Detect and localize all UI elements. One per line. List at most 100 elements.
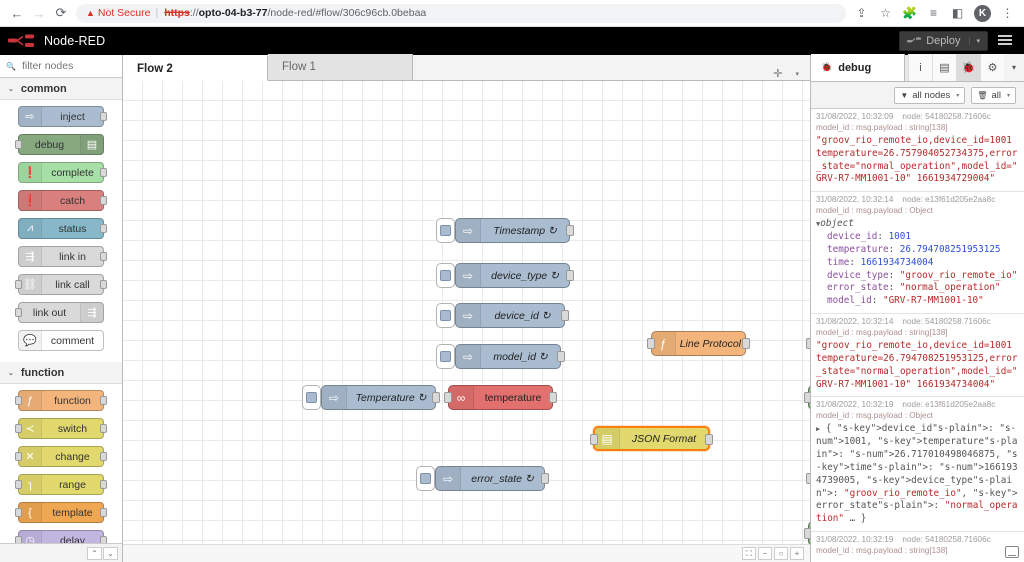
chevron-down-icon: ▾ xyxy=(956,92,960,99)
flow-node-modelid[interactable]: ⇨ model_id ↻ xyxy=(436,344,565,369)
flow-node-temp-inject[interactable]: ⇨ Temperature ↻ xyxy=(302,385,440,410)
share-icon[interactable]: ⇪ xyxy=(854,6,869,21)
palette-node-change[interactable]: ✕ change xyxy=(15,446,107,467)
debug-message[interactable]: 31/08/2022, 10:32:14 node: 54180258.71606… xyxy=(811,314,1024,398)
flow-node-debug1[interactable]: msg.payload▤ xyxy=(804,385,810,410)
flow-node-errorstate[interactable]: ⇨ error_state ↻ xyxy=(416,466,549,491)
inject-button-icon xyxy=(440,225,451,236)
tab-flow-2[interactable]: Flow 2 xyxy=(123,55,268,81)
node-port-out[interactable] xyxy=(557,351,565,362)
node-port-out[interactable] xyxy=(541,473,549,484)
node-port-out[interactable] xyxy=(549,392,557,403)
debug-field-value: "groov_rio_remote_io" xyxy=(899,269,1018,281)
debug-message[interactable]: 31/08/2022, 10:32:14 node: e13f61d205e2aa… xyxy=(811,192,1024,315)
inject-trigger-button[interactable] xyxy=(302,385,321,410)
tab-flow-1[interactable]: Flow 1 xyxy=(268,54,413,80)
browser-forward-button[interactable]: → xyxy=(28,2,50,24)
address-bar[interactable]: ▲ Not Secure | https://opto-04-b3-77/nod… xyxy=(76,3,846,23)
node-port-in[interactable] xyxy=(804,392,810,403)
debug-message[interactable]: 31/08/2022, 10:32:19 node: 54180258.71606… xyxy=(811,532,1024,562)
flow-menu-caret-icon[interactable]: ▾ xyxy=(795,70,799,78)
browser-reload-button[interactable]: ⟳ xyxy=(50,2,72,24)
debug-message-list[interactable]: 31/08/2022, 10:32:09 node: 54180258.71606… xyxy=(811,108,1024,562)
palette-node-debug[interactable]: debug ▤ xyxy=(15,134,104,155)
flow-node-temperature[interactable]: ∞ temperature xyxy=(444,385,557,410)
node-port-out[interactable] xyxy=(742,338,750,349)
bookmark-star-icon[interactable]: ☆ xyxy=(878,6,893,21)
node-port-in[interactable] xyxy=(806,473,810,484)
node-port-in[interactable] xyxy=(804,528,810,539)
info-icon[interactable]: i xyxy=(908,54,932,81)
kebab-menu-icon[interactable]: ⋮ xyxy=(1000,6,1015,21)
flow-canvas[interactable]: ⇨ Timestamp ↻ ⇨ device_type ↻ ⇨ device_id ↻ ⇨ m… xyxy=(123,81,810,562)
inject-trigger-button[interactable] xyxy=(436,218,455,243)
tab-debug[interactable]: 🐞 debug xyxy=(811,54,905,81)
palette-node-switch[interactable]: ≺ switch xyxy=(15,418,107,439)
chevron-down-icon[interactable]: ▾ xyxy=(1004,54,1024,81)
zoom-in-icon[interactable]: + xyxy=(790,547,804,560)
node-port-in[interactable] xyxy=(647,338,655,349)
avatar[interactable]: K xyxy=(974,4,991,22)
palette-port-out xyxy=(100,168,107,177)
palette-node-comment[interactable]: 💬 comment xyxy=(18,330,104,351)
debug-tool-icon[interactable]: 🐞 xyxy=(956,54,980,81)
node-port-in[interactable] xyxy=(444,392,452,403)
flow-node-jsonformat[interactable]: ▤ JSON Format xyxy=(590,426,713,451)
node-port-out[interactable] xyxy=(561,310,569,321)
open-in-window-icon[interactable] xyxy=(1005,546,1019,558)
expand-all-icon[interactable]: ⌄ xyxy=(103,546,118,560)
palette-node-link-in[interactable]: ⇶ link in xyxy=(18,246,107,267)
palette-node-link-out[interactable]: link out ⇶ xyxy=(15,302,104,323)
fit-view-icon[interactable]: ⛶ xyxy=(742,547,756,560)
help-book-icon[interactable]: ▤ xyxy=(932,54,956,81)
palette-categories[interactable]: ⌄ common ⇨ inject debug ▤ ❗ complete ❗ catch ⩘ stat… xyxy=(0,78,122,543)
flow-node-devicetype[interactable]: ⇨ device_type ↻ xyxy=(436,263,574,288)
palette-node-function[interactable]: ƒ function xyxy=(15,390,107,411)
node-port-out[interactable] xyxy=(566,225,574,236)
deploy-caret-icon[interactable]: ▾ xyxy=(969,37,980,45)
browser-back-button[interactable]: ← xyxy=(6,2,28,24)
palette-node-status[interactable]: ⩘ status xyxy=(18,218,107,239)
filter-nodes-input[interactable] xyxy=(19,59,116,73)
palette-node-template[interactable]: {template xyxy=(15,502,107,523)
flow-node-lineprotocol[interactable]: ƒ Line Protocol xyxy=(647,331,750,356)
node-port-in[interactable] xyxy=(590,434,598,445)
extensions-puzzle-icon[interactable]: 🧩 xyxy=(902,6,917,21)
node-port-out[interactable] xyxy=(705,434,713,445)
flow-node-debug2[interactable]: msg.payload▤ xyxy=(804,521,810,546)
reading-list-icon[interactable]: ≡ xyxy=(926,6,941,21)
palette-node-label: link out xyxy=(32,306,67,319)
palette-node-catch[interactable]: ❗ catch xyxy=(18,190,107,211)
expand-triangle-icon[interactable]: ▶ xyxy=(816,425,820,433)
palette-node-inject[interactable]: ⇨ inject xyxy=(18,106,107,127)
filter-nodes-button[interactable]: ▼ all nodes ▾ xyxy=(894,86,966,104)
palette-node-link-call[interactable]: ⛓ link call xyxy=(15,274,107,295)
inject-trigger-button[interactable] xyxy=(436,303,455,328)
palette-category-function[interactable]: ⌄ function xyxy=(0,362,122,384)
gear-icon[interactable]: ⚙ xyxy=(980,54,1004,81)
palette-node-complete[interactable]: ❗ complete xyxy=(18,162,107,183)
collapse-all-icon[interactable]: ⌃ xyxy=(87,546,102,560)
palette-category-common[interactable]: ⌄ common xyxy=(0,78,122,100)
debug-message[interactable]: 31/08/2022, 10:32:09 node: 54180258.71606… xyxy=(811,109,1024,193)
node-port-out[interactable] xyxy=(432,392,440,403)
node-port-out[interactable] xyxy=(566,270,574,281)
deploy-button[interactable]: Deploy ▾ xyxy=(899,31,988,51)
flow-node-timestamp[interactable]: ⇨ Timestamp ↻ xyxy=(436,218,574,243)
add-flow-icon[interactable]: ✛ xyxy=(773,67,782,80)
palette-search[interactable]: 🔍 xyxy=(0,55,122,78)
palette-node-delay[interactable]: ◷ delay xyxy=(15,530,107,543)
debug-message[interactable]: 31/08/2022, 10:32:19 node: e13f61d205e2aa… xyxy=(811,397,1024,533)
side-panel-icon[interactable]: ◧ xyxy=(950,6,965,21)
hamburger-menu-icon[interactable] xyxy=(998,35,1016,47)
inject-trigger-button[interactable] xyxy=(416,466,435,491)
inject-trigger-button[interactable] xyxy=(436,263,455,288)
zoom-out-icon[interactable]: − xyxy=(758,547,772,560)
inject-trigger-button[interactable] xyxy=(436,344,455,369)
flow-node-deviceid[interactable]: ⇨ device_id ↻ xyxy=(436,303,569,328)
palette-node-range[interactable]: ɿ range xyxy=(15,474,107,495)
node-port-in[interactable] xyxy=(806,338,810,349)
clear-log-button[interactable]: 🗑 all ▾ xyxy=(971,86,1016,104)
zoom-reset-icon[interactable]: ○ xyxy=(774,547,788,560)
debug-node-id: node: 54180258.71606c xyxy=(902,317,991,327)
